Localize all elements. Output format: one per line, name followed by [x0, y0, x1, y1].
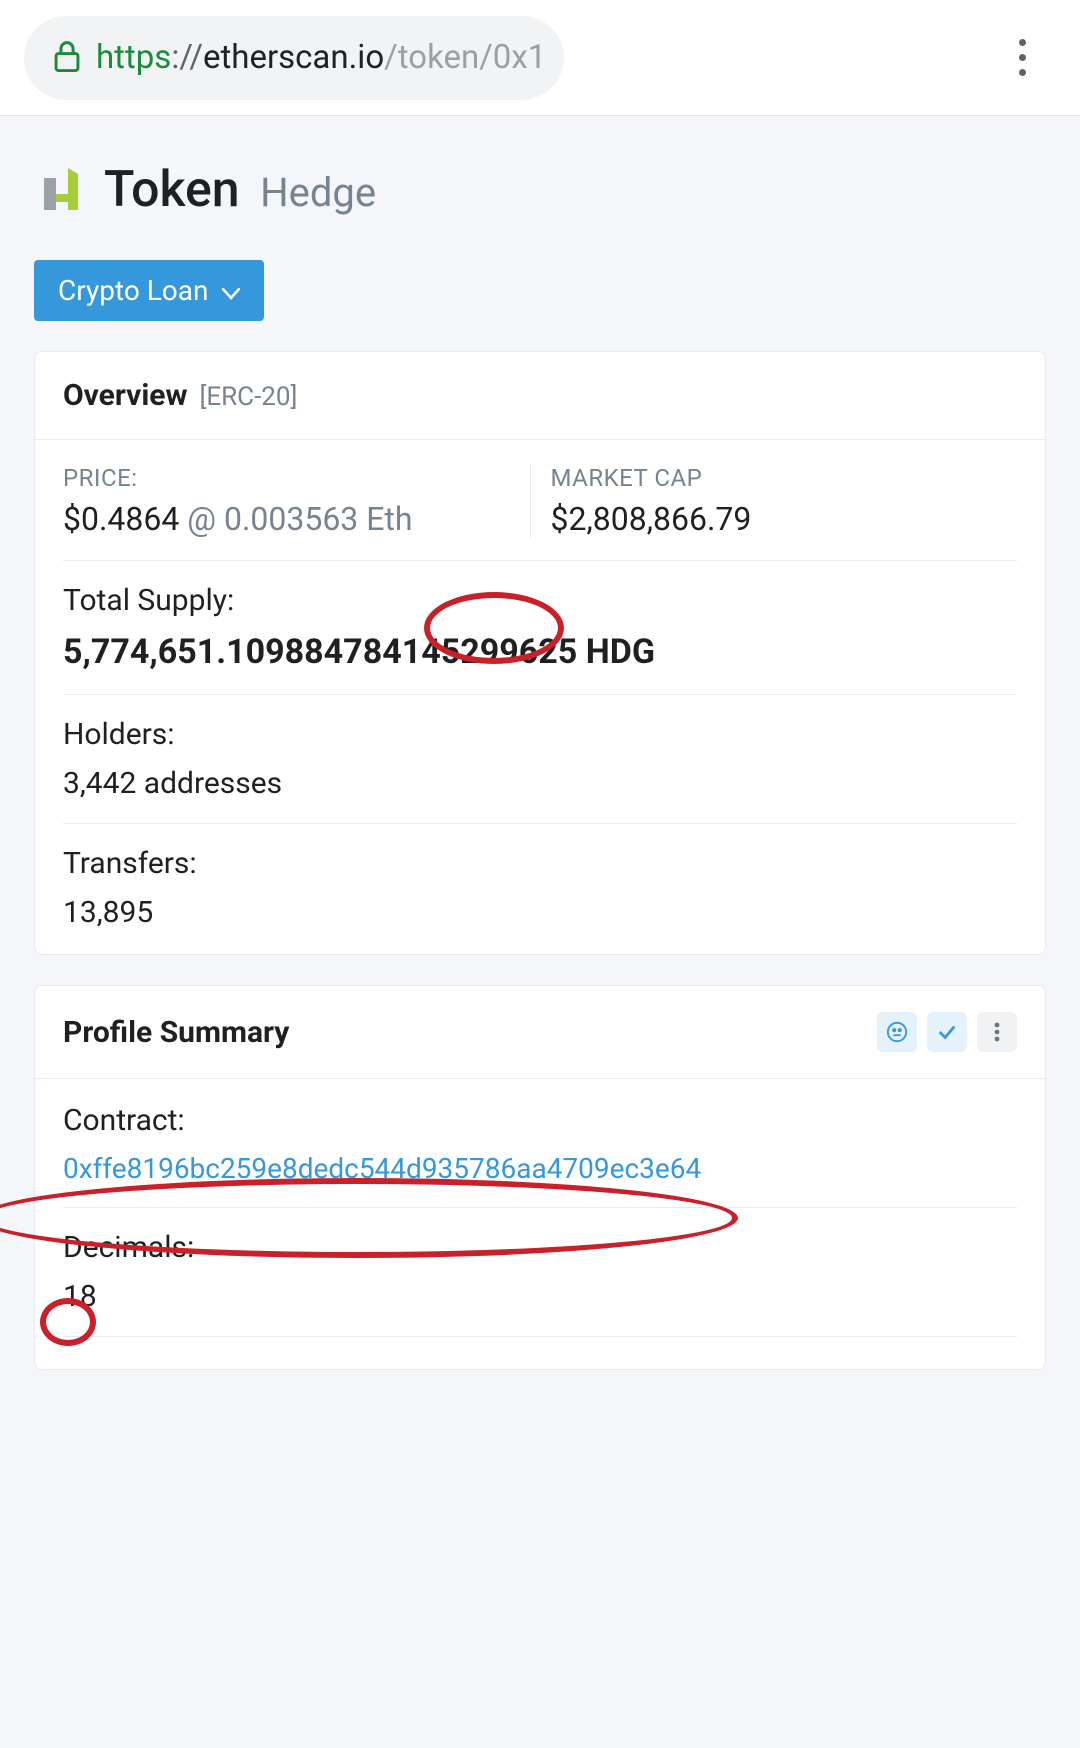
url-sep: ://: [171, 38, 203, 77]
url-scheme: https: [96, 38, 171, 77]
page-content: Token Hedge Crypto Loan Overview [ERC-20…: [0, 116, 1080, 1748]
profile-header: Profile Summary: [35, 986, 1045, 1079]
supply-number: 5,774,651.10988478414529962: [63, 632, 558, 672]
mcap-label: MARKET CAP: [551, 464, 998, 492]
profile-card: Profile Summary Contract: 0xffe8196bc259…: [34, 985, 1046, 1370]
url-pill[interactable]: https://etherscan.io/token/0x1: [24, 16, 564, 100]
browser-menu-icon[interactable]: [998, 34, 1046, 82]
decimals-value: 18: [63, 1279, 1017, 1314]
title-main: Token: [104, 161, 240, 219]
profile-actions: [877, 1012, 1017, 1052]
overview-card: Overview [ERC-20] PRICE: $0.4864 @ 0.003…: [34, 351, 1046, 955]
mcap-value: $2,808,866.79: [551, 500, 998, 538]
page-title-row: Token Hedge: [34, 160, 1046, 220]
title-sub: Hedge: [260, 169, 376, 216]
holders-label: Holders:: [63, 717, 1017, 752]
price-eth: @ 0.003563 Eth: [187, 500, 412, 538]
url-text: https://etherscan.io/token/0x1: [96, 38, 546, 77]
more-options-button[interactable]: [977, 1012, 1017, 1052]
decimals-label: Decimals:: [63, 1230, 1017, 1265]
price-label: PRICE:: [63, 464, 510, 492]
price-usd: $0.4864: [63, 500, 179, 538]
overview-sub: [ERC-20]: [199, 382, 297, 412]
supply-value: 5,774,651.109884784145299625 HDG: [63, 632, 1017, 672]
verified-button[interactable]: [927, 1012, 967, 1052]
holders-value: 3,442 addresses: [63, 766, 1017, 801]
tag-label: Crypto Loan: [58, 274, 208, 307]
lock-icon: [52, 39, 82, 77]
overview-title: Overview: [63, 378, 188, 413]
url-host: etherscan.io: [203, 38, 384, 77]
chevron-down-icon: [222, 274, 240, 307]
url-path: /token/0x1: [384, 38, 546, 77]
browser-address-bar: https://etherscan.io/token/0x1: [0, 0, 1080, 116]
contract-label: Contract:: [63, 1103, 1017, 1138]
page-title: Token Hedge: [104, 161, 376, 219]
transfers-value: 13,895: [63, 895, 1017, 930]
transfers-label: Transfers:: [63, 846, 1017, 881]
supply-tail: 5 HDG: [558, 632, 655, 672]
overview-header: Overview [ERC-20]: [35, 352, 1045, 440]
profile-title: Profile Summary: [63, 1015, 289, 1050]
price-mcap-row: PRICE: $0.4864 @ 0.003563 Eth MARKET CAP…: [63, 464, 1017, 538]
token-logo-icon: [34, 160, 82, 220]
crypto-loan-button[interactable]: Crypto Loan: [34, 260, 264, 321]
contract-address-link[interactable]: 0xffe8196bc259e8dedc544d935786aa4709ec3e…: [63, 1152, 701, 1185]
price-value: $0.4864 @ 0.003563 Eth: [63, 500, 510, 538]
reputation-neutral-button[interactable]: [877, 1012, 917, 1052]
supply-label: Total Supply:: [63, 583, 1017, 618]
